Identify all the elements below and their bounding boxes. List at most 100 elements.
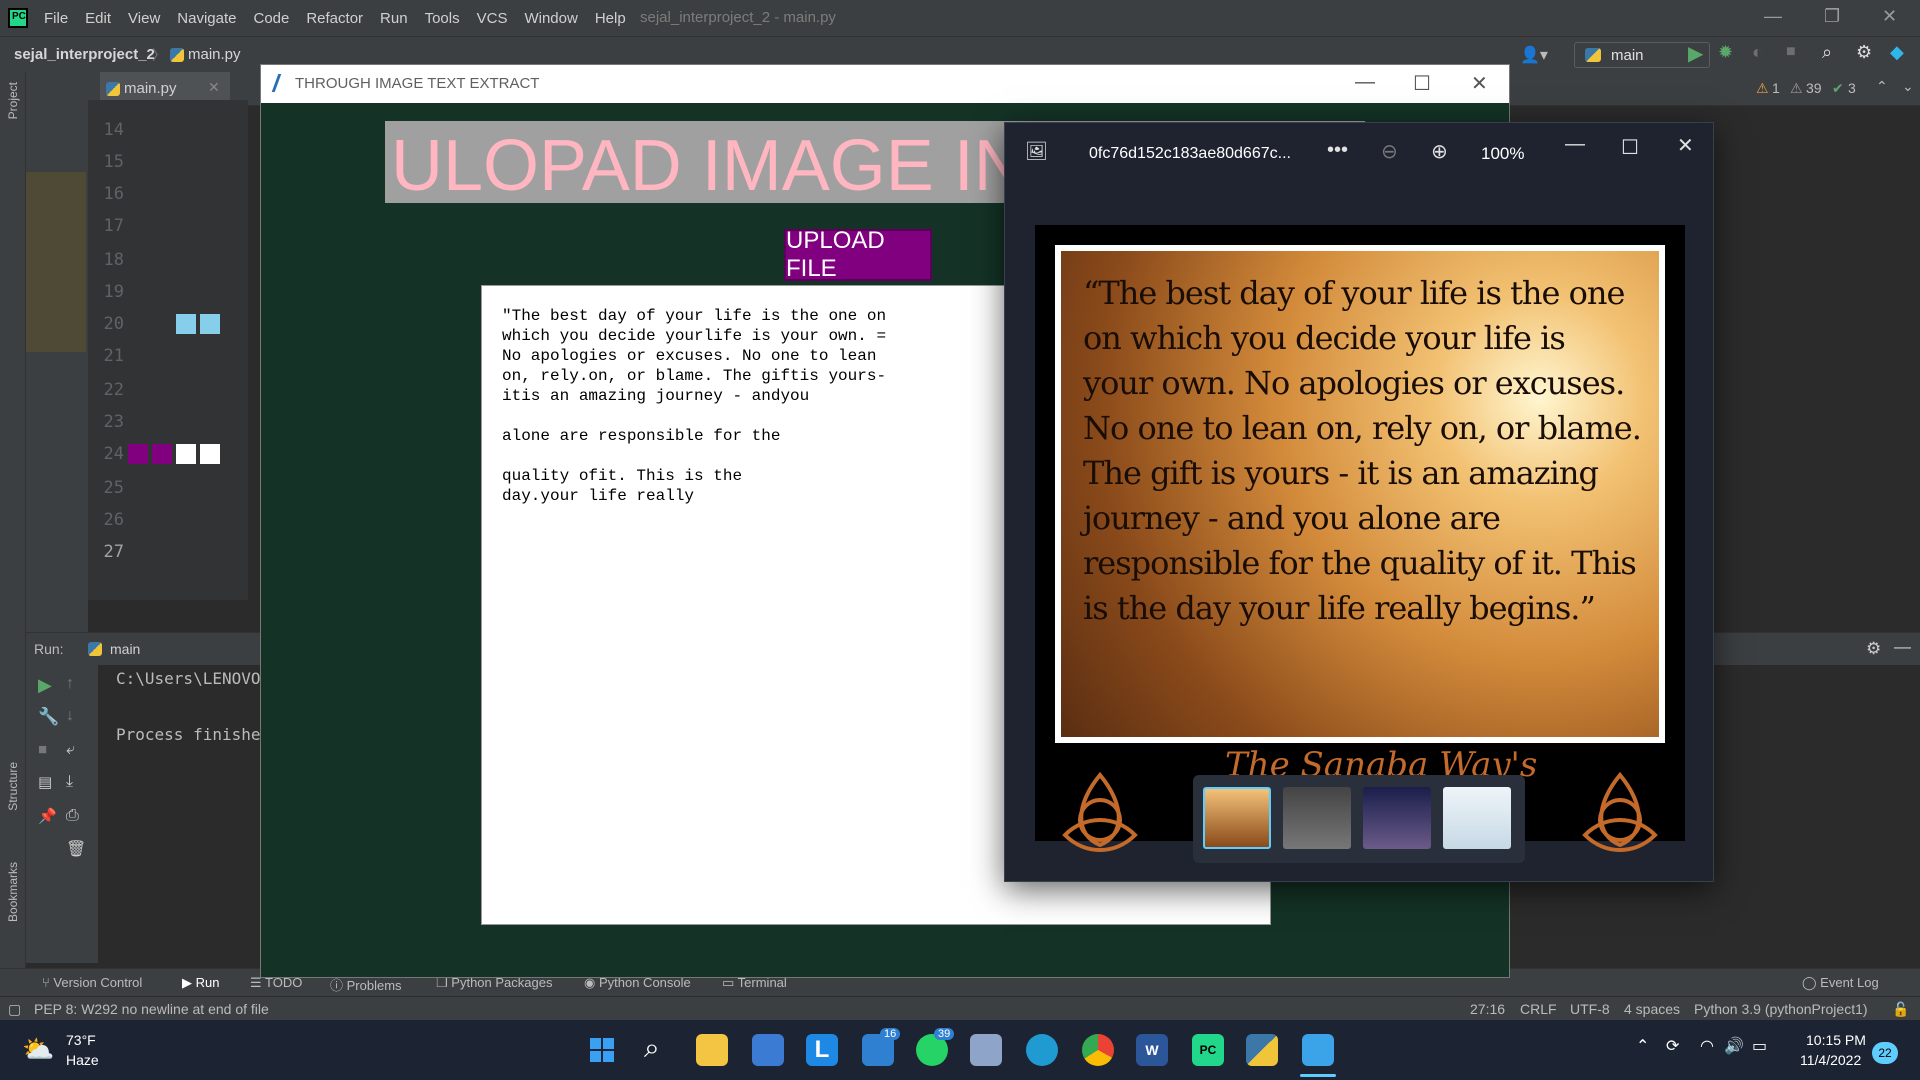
coverage-icon[interactable]: ◐ (1752, 42, 1763, 63)
stop-icon[interactable]: ■ (1786, 43, 1796, 61)
status-message[interactable]: PEP 8: W292 no newline at end of file (34, 1001, 269, 1017)
color-swatch[interactable] (176, 314, 196, 334)
structure-tool-tab[interactable]: Structure (6, 762, 20, 811)
pycharm-icon[interactable]: PC (1192, 1034, 1224, 1066)
menu-edit[interactable]: Edit (85, 10, 111, 27)
status-position[interactable]: 27:16 (1470, 1001, 1505, 1017)
gear-icon[interactable]: ⚙ (1866, 639, 1881, 659)
menu-code[interactable]: Code (253, 10, 289, 27)
menu-refactor[interactable]: Refactor (306, 10, 363, 27)
maximize-icon[interactable]: ☐ (1621, 135, 1639, 160)
warning-icon[interactable]: ⚠ (1756, 80, 1769, 97)
pin-icon[interactable]: 📌 (38, 807, 57, 825)
breadcrumb-file[interactable]: main.py (188, 46, 241, 63)
zoom-out-icon[interactable]: ⊖ (1381, 139, 1398, 164)
bookmarks-tool-tab[interactable]: Bookmarks (6, 862, 20, 922)
file-explorer-icon[interactable] (696, 1034, 728, 1066)
status-line-separator[interactable]: CRLF (1520, 1001, 1557, 1017)
status-interpreter[interactable]: Python 3.9 (pythonProject1) (1694, 1001, 1868, 1017)
minimize-icon[interactable]: — (1764, 6, 1782, 27)
word-icon[interactable]: W (1136, 1034, 1168, 1066)
zoom-in-icon[interactable]: ⊕ (1431, 139, 1448, 164)
chevron-up-icon[interactable]: ⌃ (1876, 78, 1888, 95)
status-encoding[interactable]: UTF-8 (1570, 1001, 1610, 1017)
down-arrow-icon[interactable]: ↓ (66, 707, 74, 725)
thumbnail[interactable] (1363, 787, 1431, 849)
trash-icon[interactable]: 🗑 (66, 839, 86, 859)
search-icon[interactable]: ⌕ (644, 1032, 660, 1065)
clock-time[interactable]: 10:15 PM (1806, 1032, 1866, 1048)
soft-wrap-icon[interactable]: ⤶ (66, 741, 75, 759)
tool-run[interactable]: ▶ Run (182, 975, 219, 991)
sync-icon[interactable]: ⟳ (1666, 1036, 1679, 1056)
search-icon[interactable]: ⌕ (1822, 42, 1832, 63)
wrench-icon[interactable]: 🔧 (38, 707, 59, 727)
upload-file-button[interactable]: UPLOAD FILE (784, 227, 932, 282)
breadcrumb-project[interactable]: sejal_interproject_2 (14, 46, 155, 63)
store-icon[interactable] (752, 1034, 784, 1066)
chevron-up-icon[interactable]: ⌃ (1636, 1036, 1649, 1056)
debug-icon[interactable]: ✹ (1718, 42, 1733, 63)
menu-run[interactable]: Run (380, 10, 408, 27)
tool-event-log[interactable]: ◯ Event Log (1802, 975, 1879, 991)
stop-icon[interactable]: ■ (38, 741, 47, 758)
minimize-icon[interactable]: — (1565, 133, 1585, 156)
typo-icon[interactable]: ✔ (1832, 80, 1844, 97)
photo-canvas[interactable]: “The best day of your life is the one on… (1035, 225, 1685, 852)
menu-view[interactable]: View (128, 10, 160, 27)
menu-tools[interactable]: Tools (425, 10, 460, 27)
rerun-icon[interactable]: ▶ (38, 675, 52, 696)
status-panel-icon[interactable]: ▢ (8, 1001, 21, 1018)
photos-icon[interactable] (1302, 1034, 1334, 1066)
close-tab-icon[interactable]: ✕ (208, 79, 220, 96)
color-swatch[interactable] (128, 444, 148, 464)
jetbrains-ai-icon[interactable]: ◆ (1890, 42, 1904, 63)
thumbnail-selected[interactable] (1203, 787, 1271, 849)
menu-navigate[interactable]: Navigate (177, 10, 236, 27)
run-tab-main[interactable]: main (110, 641, 140, 657)
close-icon[interactable]: ✕ (1882, 6, 1897, 27)
tool-version-control[interactable]: ⑂ Version Control (42, 975, 142, 990)
close-icon[interactable]: ✕ (1677, 133, 1694, 158)
close-icon[interactable]: ✕ (1471, 71, 1488, 96)
volume-icon[interactable]: 🔊 (1724, 1036, 1744, 1056)
start-icon[interactable] (586, 1034, 618, 1066)
run-icon[interactable]: ▶ (1688, 41, 1703, 66)
menu-window[interactable]: Window (524, 10, 577, 27)
restore-icon[interactable]: ❐ (1824, 6, 1840, 27)
maximize-icon[interactable]: ☐ (1413, 71, 1431, 96)
gear-icon[interactable]: ⚙ (1856, 42, 1872, 63)
chrome-icon[interactable] (1082, 1034, 1114, 1066)
color-swatch[interactable] (176, 444, 196, 464)
user-icon[interactable]: 👤▾ (1520, 45, 1548, 65)
battery-icon[interactable]: ▭ (1752, 1036, 1767, 1056)
notification-badge[interactable]: 22 (1872, 1042, 1898, 1064)
chevron-down-icon[interactable]: ⌄ (1902, 78, 1914, 95)
menu-help[interactable]: Help (595, 10, 626, 27)
print-icon[interactable]: ⎙ (66, 807, 79, 825)
status-indent[interactable]: 4 spaces (1624, 1001, 1680, 1017)
wifi-icon[interactable]: ◠ (1700, 1036, 1714, 1056)
color-swatch[interactable] (200, 444, 220, 464)
menu-file[interactable]: File (44, 10, 68, 27)
edge-icon[interactable] (1026, 1034, 1058, 1066)
thumbnail[interactable] (1443, 787, 1511, 849)
color-swatch[interactable] (200, 314, 220, 334)
image-gallery-icon[interactable]: 🖼 (1025, 141, 1048, 162)
weather-temperature[interactable]: 73°F (66, 1032, 96, 1048)
weather-icon[interactable]: ⛅ (22, 1034, 54, 1065)
zoom-level[interactable]: 100% (1481, 144, 1524, 164)
menu-vcs[interactable]: VCS (477, 10, 508, 27)
project-tool-tab[interactable]: Project (6, 82, 20, 119)
hide-icon[interactable]: — (1894, 637, 1911, 657)
thumbnail[interactable] (1283, 787, 1351, 849)
clock-date[interactable]: 11/4/2022 (1800, 1052, 1861, 1068)
weather-description[interactable]: Haze (66, 1052, 99, 1068)
weak-warning-icon[interactable]: ⚠ (1790, 80, 1803, 97)
up-arrow-icon[interactable]: ↑ (66, 675, 74, 693)
minimize-icon[interactable]: — (1355, 71, 1375, 94)
scroll-end-icon[interactable]: ⤓ (66, 773, 73, 791)
python-idle-icon[interactable] (1246, 1034, 1278, 1066)
l-app-icon[interactable]: L (806, 1034, 838, 1066)
remote-desktop-icon[interactable] (970, 1034, 1002, 1066)
